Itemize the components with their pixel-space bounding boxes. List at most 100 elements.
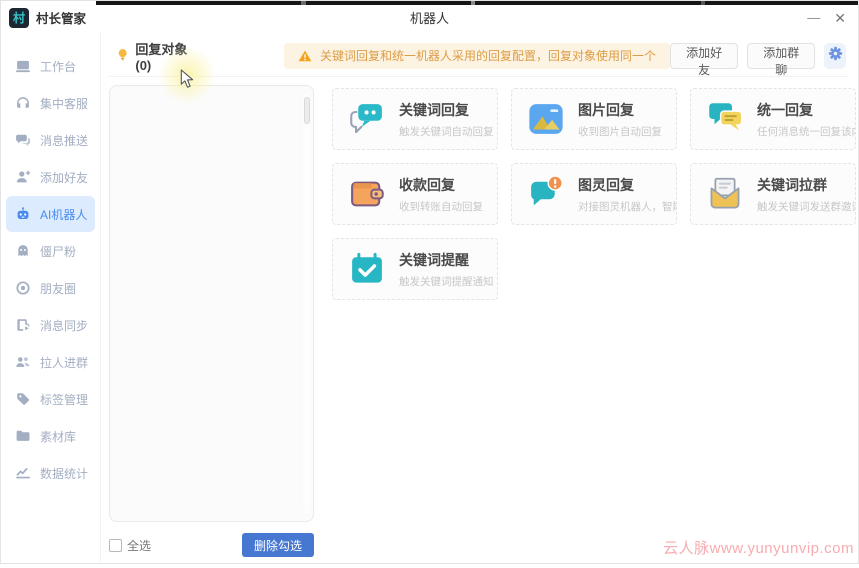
settings-gear-button[interactable] [824,43,846,69]
sidebar-item-workbench[interactable]: 工作台 [6,48,95,84]
background-window-edge [1,1,858,5]
sidebar-item-tag-manage[interactable]: 标签管理 [6,381,95,417]
main-panel: 回复对象 (0) 关键词回复和统一机器人采用的回复配置，回复对象使用同一个 添加… [101,31,858,563]
unified-reply-icon [703,97,747,141]
card-title: 图片回复 [578,100,662,120]
ghost-icon [15,243,31,259]
sidebar-item-label: 添加好友 [40,169,88,186]
reply-target-column: 全选 删除勾选 [109,85,314,568]
card-description: 收到转账自动回复 [399,199,483,214]
card-text: 收款回复收到转账自动回复 [399,175,483,214]
chart-icon [15,465,31,481]
app-name: 村长管家 [36,8,86,27]
close-button[interactable]: ✕ [834,11,846,25]
card-title: 图灵回复 [578,175,676,195]
card-text: 关键词拉群触发关键词发送群邀请 [757,175,855,214]
content-area: 全选 删除勾选 关键词回复触发关键词自动回复图片回复收到图片自动回复统一回复任何… [109,85,850,568]
feature-card-keyword-remind[interactable]: 关键词提醒触发关键词提醒通知 [332,238,498,300]
warning-text: 关键词回复和统一机器人采用的回复配置，回复对象使用同一个 [320,47,656,64]
image-reply-icon [524,97,568,141]
sidebar-item-moments[interactable]: 朋友圈 [6,270,95,306]
sidebar-item-label: AI机器人 [40,206,87,223]
card-text: 图片回复收到图片自动回复 [578,100,662,139]
feature-card-image-reply[interactable]: 图片回复收到图片自动回复 [511,88,677,150]
list-footer: 全选 删除勾选 [109,522,314,568]
window-controls: — ✕ [807,11,858,25]
feature-card-payment-reply[interactable]: 收款回复收到转账自动回复 [332,163,498,225]
select-all-label: 全选 [127,537,151,554]
calendar-check-icon [345,247,389,291]
mouse-cursor [180,69,198,89]
card-description: 收到图片自动回复 [578,124,662,139]
sidebar-item-ai-robot[interactable]: AI机器人 [6,196,95,232]
card-title: 收款回复 [399,175,483,195]
folder-icon [15,428,31,444]
card-title: 关键词回复 [399,100,494,120]
keyword-reply-icon [345,97,389,141]
window-title: 机器人 [1,8,858,27]
people-group-icon [15,354,31,370]
list-scrollbar-track[interactable] [303,93,310,514]
feature-card-unified-reply[interactable]: 统一回复任何消息统一回复该内容 [690,88,856,150]
sidebar-item-message-push[interactable]: 消息推送 [6,122,95,158]
card-text: 统一回复任何消息统一回复该内容 [757,100,855,139]
sidebar-item-label: 素材库 [40,428,76,445]
person-add-icon [15,169,31,185]
gear-icon [827,45,844,67]
app-logo-icon: 村 [9,8,29,28]
card-description: 对接图灵机器人，智能... [578,199,676,214]
sidebar-item-customer-service[interactable]: 集中客服 [6,85,95,121]
titlebar: 村 村长管家 机器人 — ✕ [1,1,858,31]
sidebar-item-material-library[interactable]: 素材库 [6,418,95,454]
feature-card-keyword-reply[interactable]: 关键词回复触发关键词自动回复 [332,88,498,150]
robot-icon [15,206,31,222]
add-friend-button[interactable]: 添加好友 [670,43,738,69]
sidebar-item-label: 消息推送 [40,132,88,149]
card-text: 关键词提醒触发关键词提醒通知 [399,250,494,289]
card-description: 触发关键词发送群邀请 [757,199,855,214]
sidebar-item-label: 朋友圈 [40,280,76,297]
toolbar-actions: 添加好友 添加群聊 [670,43,848,69]
sidebar-item-label: 数据统计 [40,465,88,482]
list-scrollbar-thumb[interactable] [304,97,310,124]
sidebar-item-data-stats[interactable]: 数据统计 [6,455,95,491]
lightbulb-icon [116,48,129,63]
sidebar-item-label: 标签管理 [40,391,88,408]
turing-reply-icon [524,172,568,216]
delete-checked-button[interactable]: 删除勾选 [242,533,314,557]
reply-target-list-panel[interactable] [109,85,314,522]
card-title: 关键词拉群 [757,175,855,195]
sidebar-item-add-friend[interactable]: 添加好友 [6,159,95,195]
select-all-control[interactable]: 全选 [109,537,151,554]
feature-card-keyword-group[interactable]: 关键词拉群触发关键词发送群邀请 [690,163,856,225]
card-title: 统一回复 [757,100,855,120]
envelope-icon [703,172,747,216]
card-text: 图灵回复对接图灵机器人，智能... [578,175,676,214]
sidebar-item-label: 工作台 [40,58,76,75]
card-text: 关键词回复触发关键词自动回复 [399,100,494,139]
warning-banner: 关键词回复和统一机器人采用的回复配置，回复对象使用同一个 [284,43,670,69]
toolbar: 回复对象 (0) 关键词回复和统一机器人采用的回复配置，回复对象使用同一个 添加… [109,37,848,77]
sidebar-item-label: 僵尸粉 [40,243,76,260]
chat-bubbles-icon [15,132,31,148]
sidebar-item-group-invite[interactable]: 拉人进群 [6,344,95,380]
card-description: 任何消息统一回复该内容 [757,124,855,139]
wallet-icon [345,172,389,216]
feature-card-turing-reply[interactable]: 图灵回复对接图灵机器人，智能... [511,163,677,225]
app-window: 村 村长管家 机器人 — ✕ 工作台集中客服消息推送添加好友AI机器人僵尸粉朋友… [0,0,859,564]
aperture-icon [15,280,31,296]
minimize-button[interactable]: — [807,11,820,24]
doc-sync-icon [15,317,31,333]
select-all-checkbox[interactable] [109,539,122,552]
watermark-text: 云人脉www.yunyunvip.com [663,537,854,558]
sidebar: 工作台集中客服消息推送添加好友 AI机器人僵尸粉朋友圈消息同步拉人进群标签管理素材… [1,31,101,563]
tag-icon [15,391,31,407]
app-identity: 村 村长管家 [1,5,86,28]
headset-icon [15,95,31,111]
add-group-chat-button[interactable]: 添加群聊 [747,43,815,69]
warning-triangle-icon [298,49,312,63]
card-description: 触发关键词提醒通知 [399,274,494,289]
sidebar-item-zombie-fans[interactable]: 僵尸粉 [6,233,95,269]
sidebar-item-message-sync[interactable]: 消息同步 [6,307,95,343]
sidebar-item-label: 拉人进群 [40,354,88,371]
